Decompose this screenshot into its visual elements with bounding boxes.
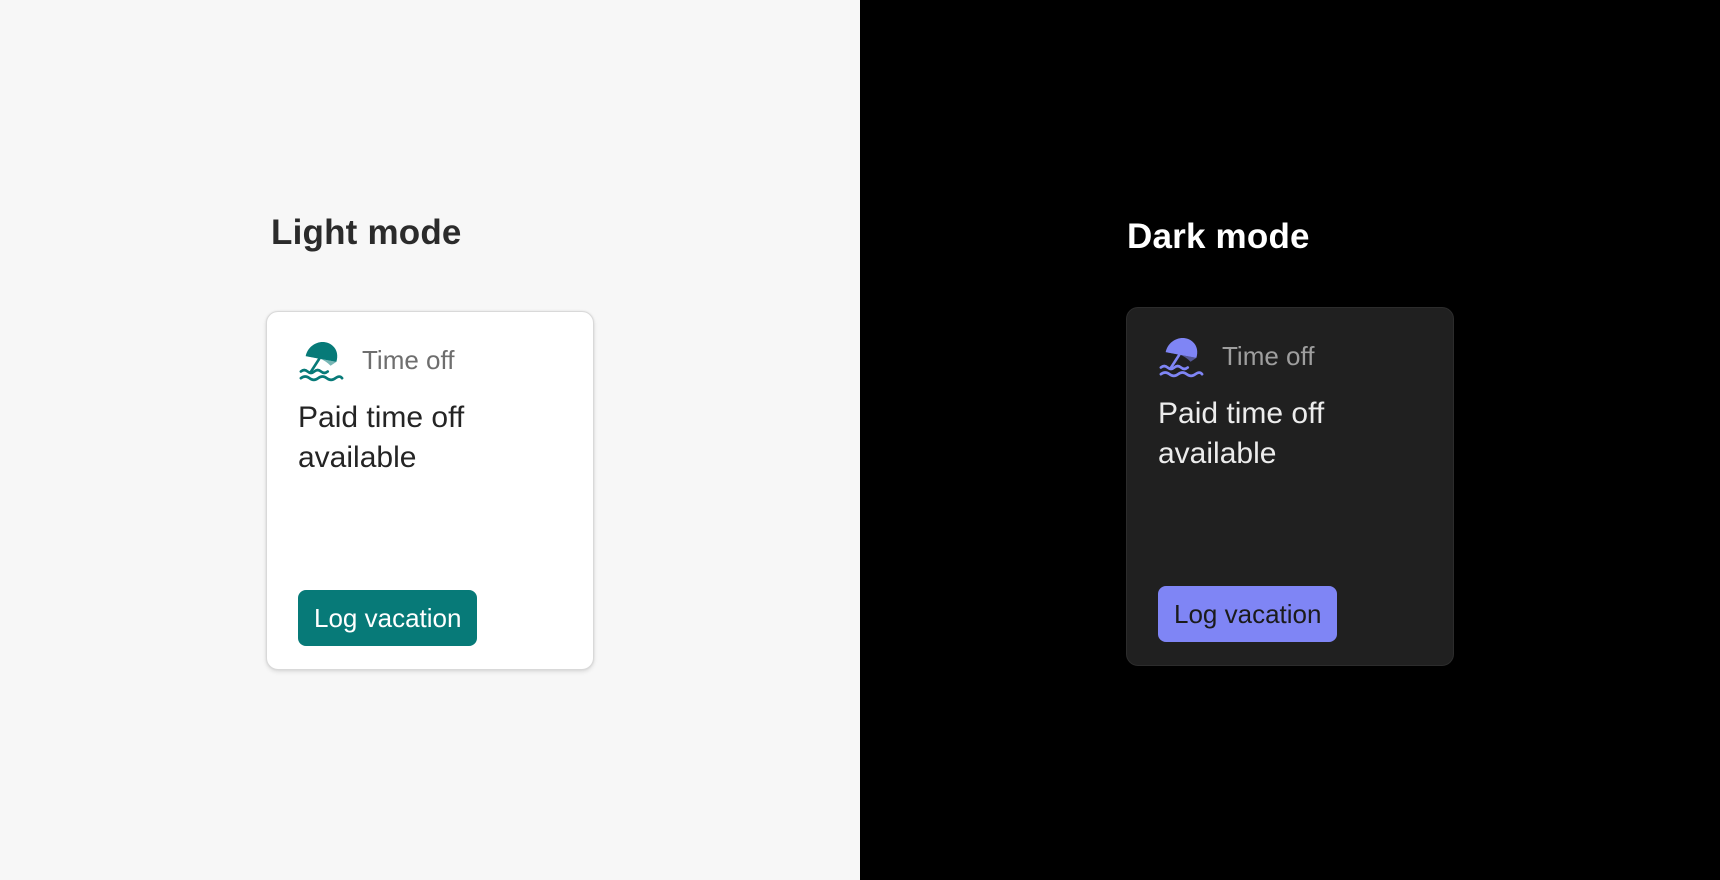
beach-umbrella-icon xyxy=(1159,337,1204,378)
card-body-text: Paid time off available xyxy=(1158,397,1325,470)
log-vacation-button[interactable]: Log vacation xyxy=(298,590,478,646)
light-mode-panel: Light mode Time off Paid time off availa… xyxy=(0,0,860,880)
card-body-text: Paid time off available xyxy=(298,401,465,474)
dark-mode-title: Dark mode xyxy=(1127,217,1310,256)
card-header: Time off xyxy=(1158,333,1314,379)
log-vacation-button[interactable]: Log vacation xyxy=(1158,586,1338,642)
time-off-card: Time off Paid time off available Log vac… xyxy=(1126,307,1454,666)
beach-umbrella-icon xyxy=(299,341,344,382)
card-label: Time off xyxy=(1222,341,1315,371)
light-mode-title: Light mode xyxy=(271,213,462,252)
card-label: Time off xyxy=(362,345,455,375)
dark-mode-panel: Dark mode Time off Paid time off availab… xyxy=(860,0,1720,880)
card-header: Time off xyxy=(298,337,454,383)
time-off-card: Time off Paid time off available Log vac… xyxy=(266,311,594,670)
